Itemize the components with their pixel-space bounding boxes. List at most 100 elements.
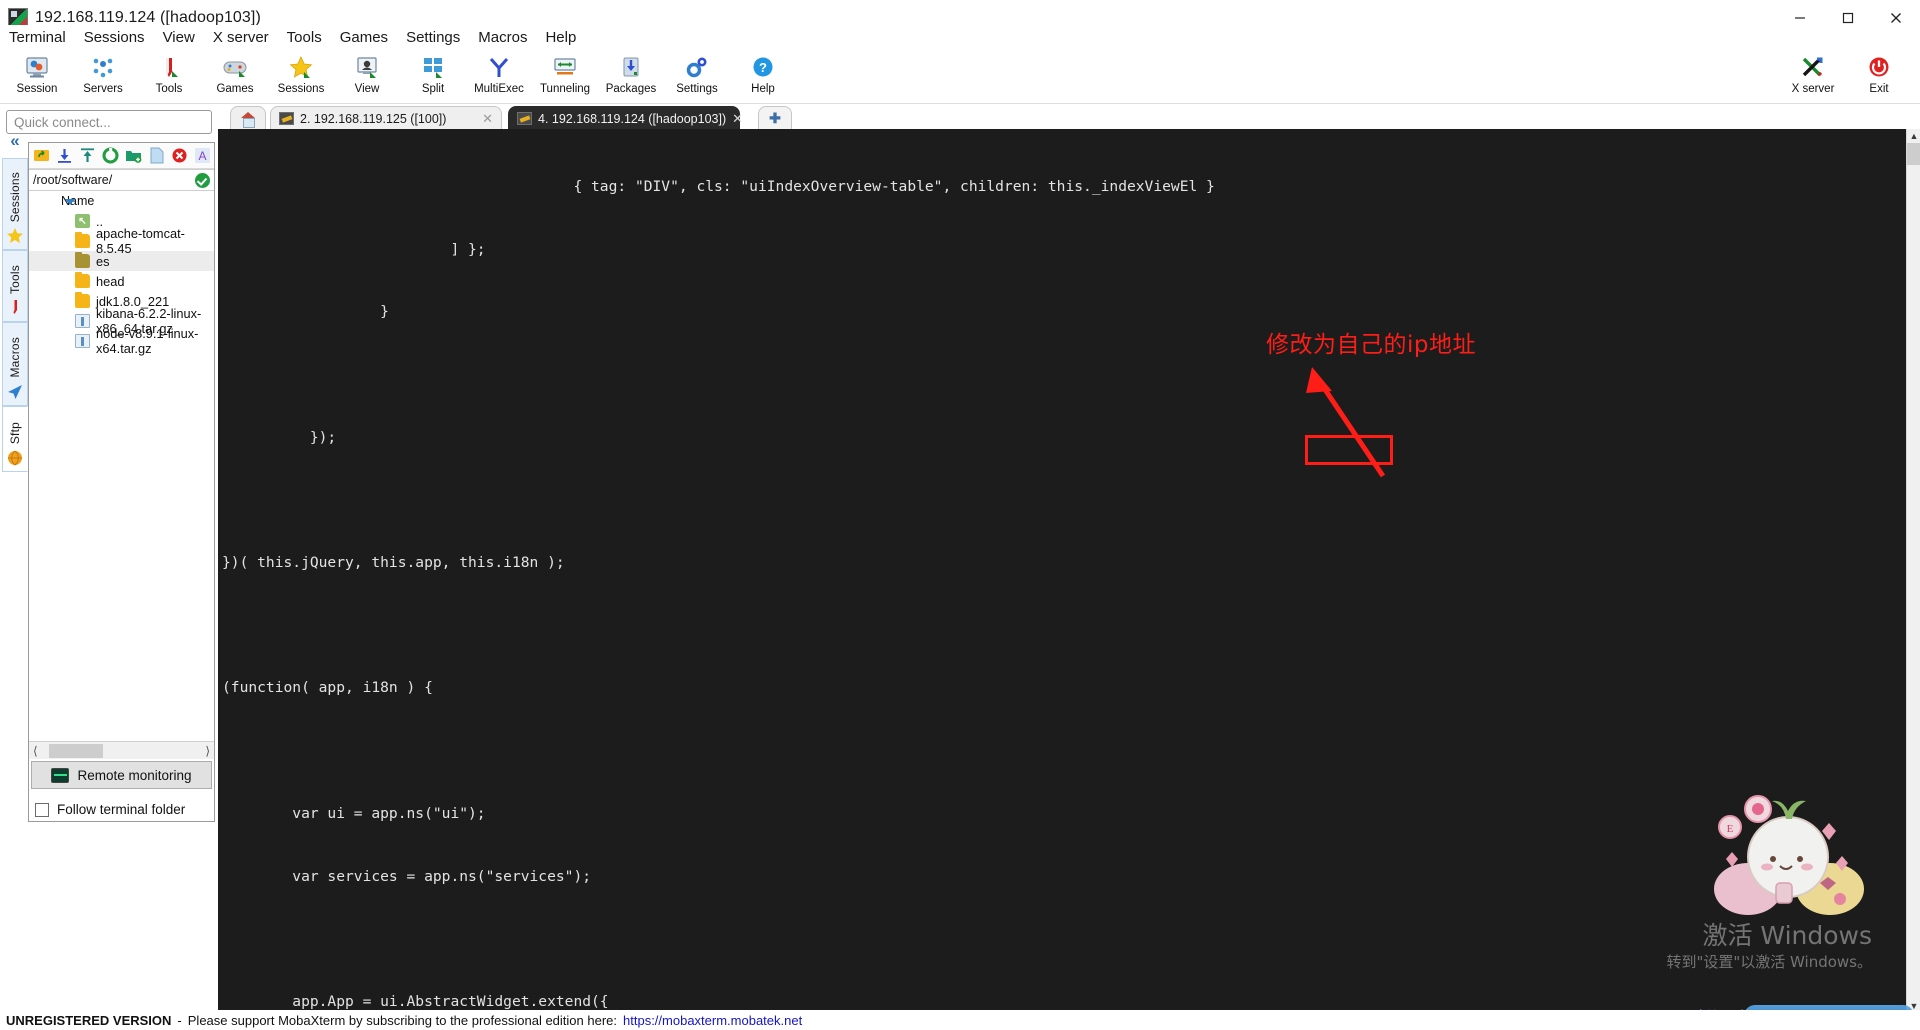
- menu-games[interactable]: Games: [331, 27, 397, 48]
- text-mode-icon[interactable]: A: [194, 147, 211, 164]
- menu-settings[interactable]: Settings: [397, 27, 469, 48]
- macros-paperplane-icon: [6, 383, 24, 401]
- toolbar-xserver-button[interactable]: X server: [1780, 52, 1846, 104]
- tab-session-4-active[interactable]: 4. 192.168.119.124 ([hadoop103]) ✕: [508, 106, 743, 130]
- quick-connect-input[interactable]: Quick connect...: [6, 110, 212, 134]
- toolbar-right-group: X server Exit: [1780, 52, 1920, 104]
- toolbar-sessions-button[interactable]: Sessions: [268, 52, 334, 104]
- new-folder-icon[interactable]: [125, 147, 142, 164]
- file-name: head: [96, 273, 125, 289]
- home-icon: [240, 111, 256, 128]
- annotation-arrow-icon: [1306, 367, 1386, 478]
- toolbar-games-label: Games: [216, 83, 254, 95]
- list-item[interactable]: apache-tomcat-8.5.45: [29, 226, 214, 256]
- menu-terminal[interactable]: Terminal: [0, 27, 75, 48]
- list-item[interactable]: node-v8.9.1-linux-x64.tar.gz: [29, 326, 214, 356]
- toolbar-games-button[interactable]: Games: [202, 52, 268, 104]
- sftp-horizontal-scrollbar[interactable]: ⟨ ⟩: [29, 741, 214, 759]
- monitor-icon: [51, 767, 70, 783]
- toolbar-tunneling-button[interactable]: Tunneling: [532, 52, 598, 104]
- new-file-icon[interactable]: [148, 147, 165, 164]
- terminal-line: }: [222, 303, 389, 321]
- multiexec-icon: [486, 55, 512, 81]
- toolbar-multiexec-button[interactable]: MultiExec: [466, 52, 532, 104]
- follow-terminal-folder-row[interactable]: Follow terminal folder: [35, 802, 185, 817]
- follow-terminal-folder-checkbox[interactable]: [35, 802, 49, 817]
- sidebar-label-macros: Macros: [8, 337, 22, 378]
- sidebar-item-macros[interactable]: Macros: [2, 322, 28, 406]
- mobaxterm-window: 192.168.119.124 ([hadoop103]) Terminal S…: [0, 0, 1920, 1030]
- delete-icon[interactable]: [171, 147, 188, 164]
- scrollbar-thumb[interactable]: [1907, 143, 1920, 165]
- toolbar-packages-button[interactable]: Packages: [598, 52, 664, 104]
- folder-icon: [75, 292, 90, 308]
- parent-dir-icon: ↖: [75, 214, 90, 228]
- sessions-star-icon: [6, 227, 24, 245]
- toolbar-exit-label: Exit: [1869, 83, 1889, 95]
- terminal-pane[interactable]: { tag: "DIV", cls: "uiIndexOverview-tabl…: [218, 129, 1920, 1013]
- sessions-star-icon: [288, 55, 314, 81]
- toolbar-session-label: Session: [16, 83, 58, 95]
- menu-bar: Terminal Sessions View X server Tools Ga…: [0, 25, 1920, 51]
- list-item[interactable]: head: [29, 271, 214, 291]
- tab-session-2[interactable]: 2. 192.168.119.125 ([100]) ✕: [270, 106, 502, 130]
- terminal-line: ] };: [222, 240, 486, 258]
- toolbar-multiexec-label: MultiExec: [474, 83, 524, 95]
- follow-terminal-folder-label: Follow terminal folder: [57, 802, 186, 817]
- toolbar-sessions-label: Sessions: [277, 83, 325, 95]
- toolbar-settings-button[interactable]: Settings: [664, 52, 730, 104]
- menu-help[interactable]: Help: [536, 27, 585, 48]
- menu-macros[interactable]: Macros: [469, 27, 536, 48]
- toolbar-help-button[interactable]: ? Help: [730, 52, 796, 104]
- sidebar-item-sessions[interactable]: Sessions: [2, 158, 28, 250]
- mascot-watermark: E: [1714, 795, 1864, 915]
- toolbar-packages-label: Packages: [605, 83, 657, 95]
- toolbar-session-button[interactable]: Session: [4, 52, 70, 104]
- close-tab-icon[interactable]: ✕: [732, 111, 743, 127]
- sidebar-item-tools[interactable]: Tools: [2, 250, 28, 322]
- scroll-up-icon[interactable]: ▲: [1907, 129, 1920, 143]
- unregistered-label: UNREGISTERED VERSION: [6, 1012, 172, 1028]
- terminal-line: var services = app.ns("services");: [222, 867, 592, 885]
- folder-icon: [75, 252, 90, 268]
- windows-activation-line1: 激活 Windows: [1702, 921, 1872, 950]
- sidebar-item-sftp[interactable]: Sftp: [2, 406, 28, 472]
- terminal-scrollbar[interactable]: ▲ ▼: [1906, 129, 1920, 1013]
- download-icon[interactable]: [56, 147, 73, 164]
- toolbar-exit-button[interactable]: Exit: [1846, 52, 1912, 104]
- scroll-left-icon[interactable]: ⟨: [29, 744, 42, 758]
- close-tab-icon[interactable]: ✕: [482, 111, 493, 127]
- refresh-icon[interactable]: [102, 147, 119, 164]
- toolbar-xserver-label: X server: [1791, 83, 1835, 95]
- terminal-line: });: [222, 428, 337, 446]
- view-icon: [354, 55, 380, 81]
- remote-monitoring-button[interactable]: Remote monitoring: [31, 761, 212, 789]
- toolbar-servers-button[interactable]: Servers: [70, 52, 136, 104]
- menu-view[interactable]: View: [154, 27, 204, 48]
- toolbar-split-button[interactable]: Split: [400, 52, 466, 104]
- menu-sessions[interactable]: Sessions: [75, 27, 154, 48]
- new-tab-button[interactable]: ✚: [758, 106, 792, 130]
- sftp-path-bar[interactable]: /root/software/: [29, 169, 214, 191]
- upload-icon[interactable]: [79, 147, 96, 164]
- file-name: node-v8.9.1-linux-x64.tar.gz: [96, 326, 199, 356]
- scrollbar-thumb[interactable]: [49, 743, 103, 758]
- menu-tools[interactable]: Tools: [278, 27, 331, 48]
- sftp-column-header-name[interactable]: Name: [29, 191, 214, 211]
- file-name: es: [96, 253, 110, 269]
- mobaxterm-link[interactable]: https://mobaxterm.mobatek.net: [623, 1013, 802, 1028]
- menu-xserver[interactable]: X server: [204, 27, 278, 48]
- tab-home[interactable]: [230, 106, 266, 130]
- go-up-icon[interactable]: [33, 147, 50, 164]
- help-icon: ?: [750, 55, 776, 81]
- terminal-icon: [517, 112, 532, 125]
- collapse-sidebar-icon[interactable]: «: [4, 130, 26, 152]
- scroll-right-icon[interactable]: ⟩: [201, 744, 214, 758]
- terminal-line: })( this.jQuery, this.app, this.i18n );: [222, 554, 565, 572]
- toolbar-tools-button[interactable]: Tools: [136, 52, 202, 104]
- toolbar-view-button[interactable]: View: [334, 52, 400, 104]
- status-message: Please support MobaXterm by subscribing …: [187, 1012, 618, 1028]
